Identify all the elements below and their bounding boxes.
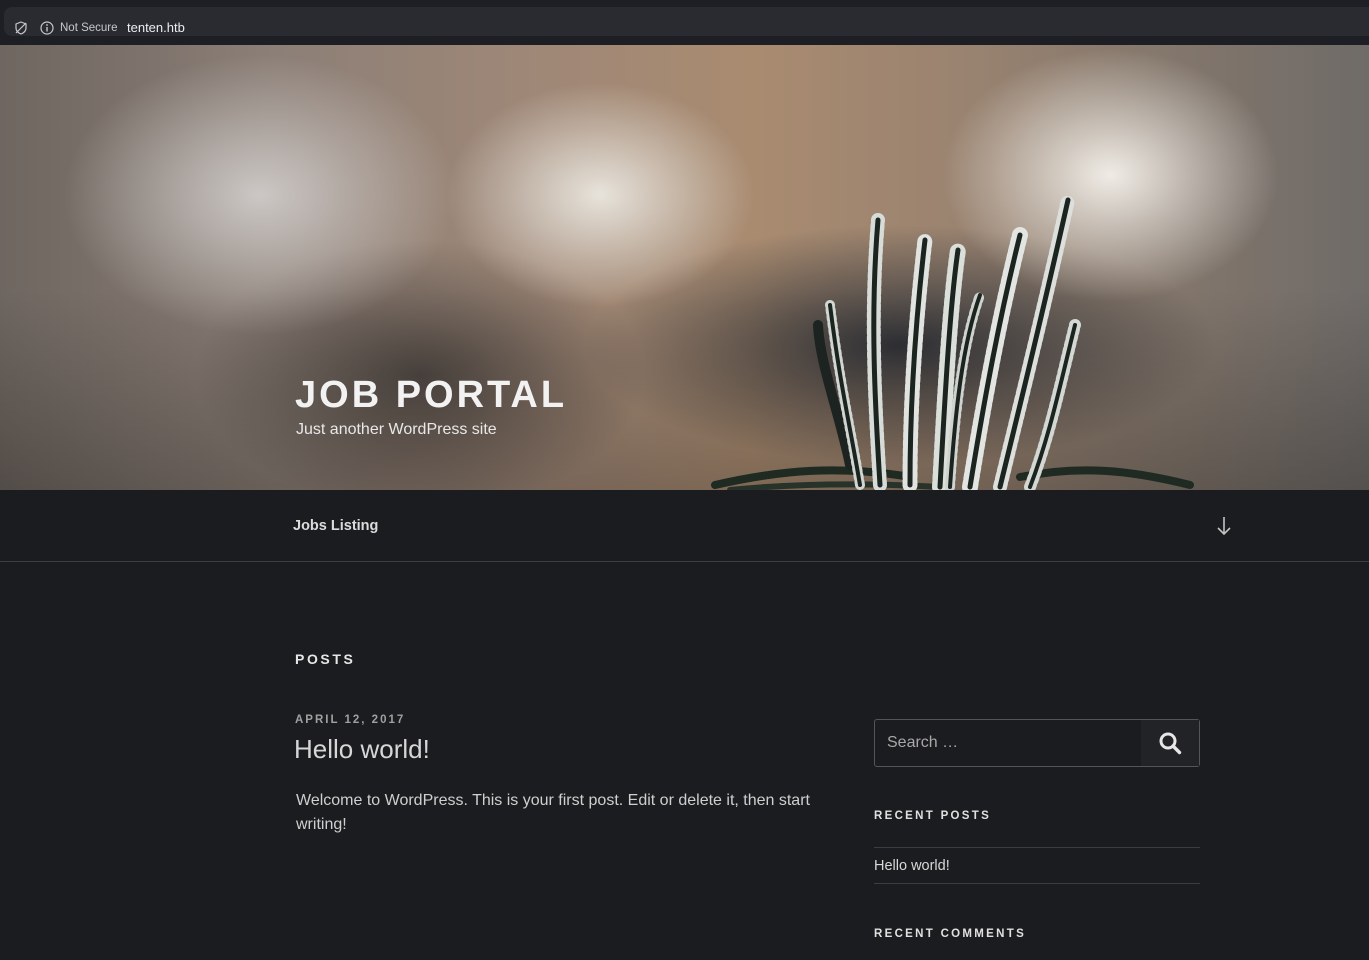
recent-posts-list: Hello world! <box>874 847 1200 884</box>
nav-item-jobs-listing[interactable]: Jobs Listing <box>293 518 378 534</box>
browser-toolbar: Not Secure tenten.htb <box>0 0 1369 45</box>
search-button[interactable] <box>1141 720 1199 766</box>
plant-image <box>711 193 1194 490</box>
site-tagline: Just another WordPress site <box>296 421 497 438</box>
main-navigation: Jobs Listing <box>0 490 1369 562</box>
address-bar[interactable]: Not Secure tenten.htb <box>4 7 1369 36</box>
url-text[interactable]: tenten.htb <box>127 20 185 36</box>
search-icon <box>1159 732 1182 755</box>
recent-comments-title: RECENT COMMENTS <box>874 928 1027 940</box>
arrow-down-icon[interactable] <box>1215 516 1233 536</box>
site-header-image: JOB PORTAL Just another WordPress site <box>0 45 1369 490</box>
tracking-protection-icon[interactable] <box>14 21 28 35</box>
post-title[interactable]: Hello world! <box>294 733 430 765</box>
post-excerpt: Welcome to WordPress. This is your first… <box>296 792 810 833</box>
page-title: POSTS <box>295 651 356 667</box>
post-date[interactable]: APRIL 12, 2017 <box>295 713 405 727</box>
security-label[interactable]: Not Secure <box>60 21 118 35</box>
search-form <box>874 719 1200 767</box>
info-icon[interactable] <box>40 21 54 35</box>
site-title[interactable]: JOB PORTAL <box>295 375 567 415</box>
recent-posts-title: RECENT POSTS <box>874 810 992 822</box>
search-input[interactable] <box>875 720 1141 766</box>
recent-post-link[interactable]: Hello world! <box>874 848 1200 884</box>
